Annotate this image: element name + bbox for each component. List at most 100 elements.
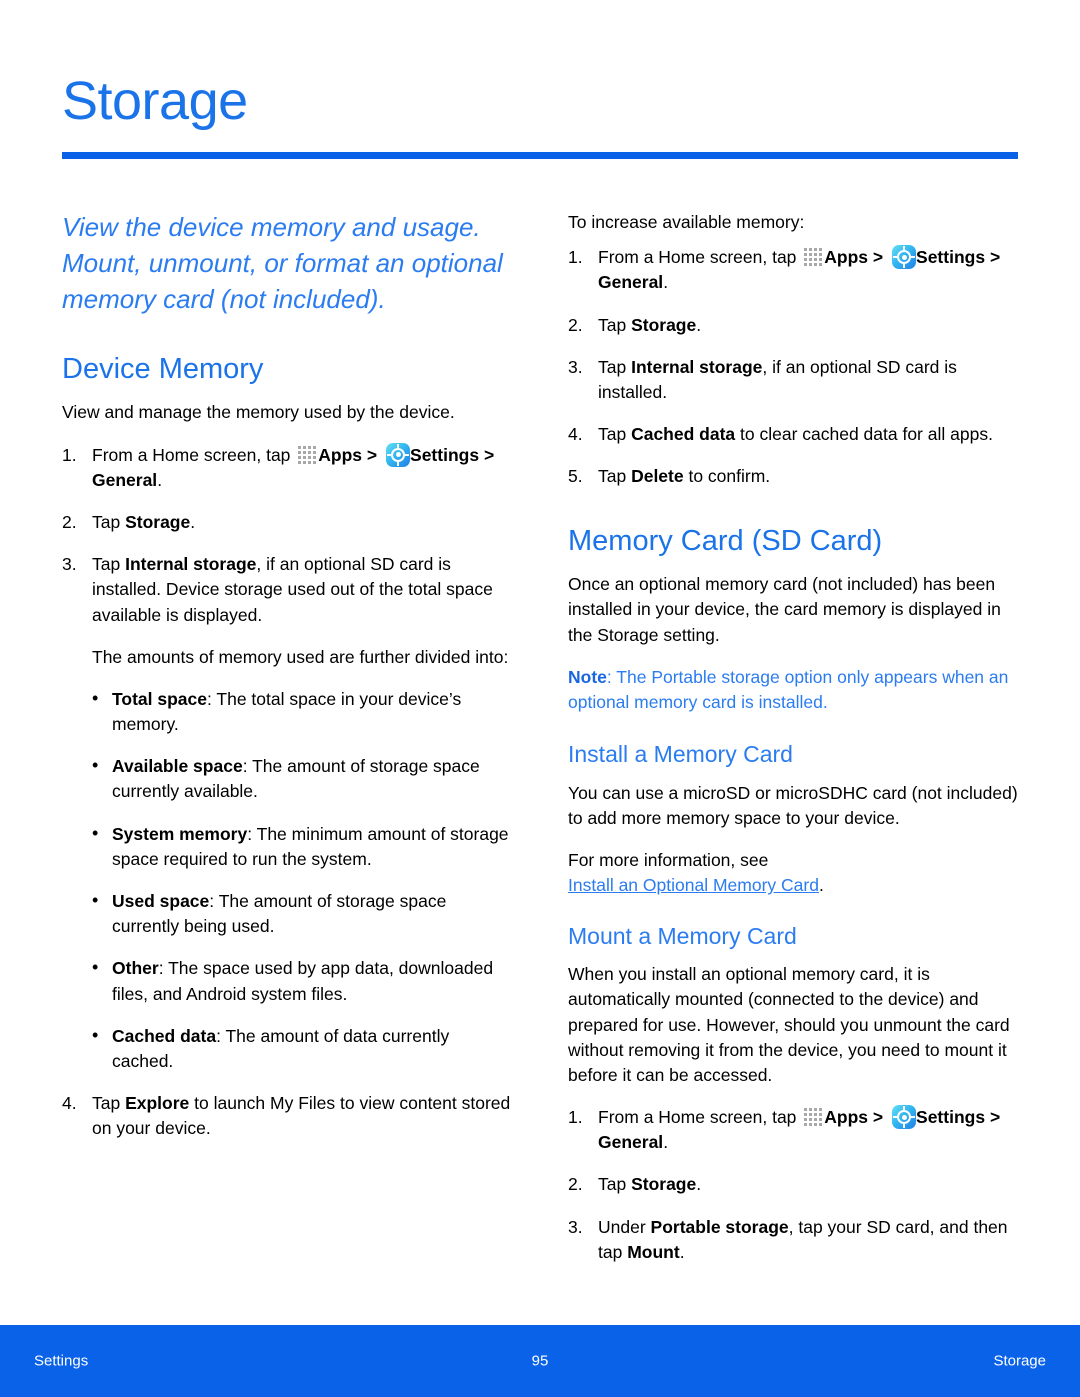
manual-page: Storage View the device memory and usage… xyxy=(0,0,1080,1397)
apps-grid-icon xyxy=(804,1108,823,1127)
mount-card-body: When you install an optional memory card… xyxy=(568,964,1010,1085)
step-text: Under xyxy=(598,1216,651,1237)
step-bold: Portable storage xyxy=(650,1216,789,1237)
link-period: . xyxy=(818,875,824,896)
step-item: Under Portable storage, tap your SD card… xyxy=(568,1215,1020,1265)
footer-section-label: Settings xyxy=(34,1352,89,1370)
step-item: From a Home screen, tap Apps > Settings … xyxy=(568,1105,1020,1155)
step-tail: . xyxy=(696,314,702,335)
page-footer: Settings 95 Storage xyxy=(0,1325,1080,1397)
list-item: Available space: The amount of storage s… xyxy=(92,753,514,804)
step-text: Tap xyxy=(92,511,126,532)
list-item: Total space: The total space in your dev… xyxy=(92,686,514,737)
right-column: To increase available memory: From a Hom… xyxy=(568,210,1020,1282)
step-text: Tap xyxy=(598,314,632,335)
bullet-text: : The space used by app data, downloaded… xyxy=(112,958,494,1004)
left-column: View the device memory and usage. Mount,… xyxy=(62,210,514,1159)
step-item: Tap Storage. xyxy=(62,510,514,535)
step-bold: Storage xyxy=(125,511,191,532)
step-bold: Internal storage xyxy=(125,554,257,575)
step-bold: Delete xyxy=(631,466,684,487)
list-item: Cached data: The amount of data currentl… xyxy=(92,1023,514,1074)
step-bold-2: Mount xyxy=(627,1241,680,1262)
intro-text: View the device memory and usage. Mount,… xyxy=(62,212,503,314)
settings-gear-icon xyxy=(892,1105,917,1130)
step-text: From a Home screen, tap xyxy=(598,247,797,268)
memory-divided-intro: The amounts of memory used are further d… xyxy=(92,646,509,667)
step-bold: Explore xyxy=(125,1093,190,1114)
settings-gear-icon xyxy=(386,442,411,467)
apps-grid-icon xyxy=(298,445,317,465)
settings-label: Settings xyxy=(410,444,480,465)
page-title: Storage xyxy=(62,71,248,131)
step-tail: to confirm. xyxy=(683,466,771,487)
mount-card-steps: From a Home screen, tap Apps > Settings … xyxy=(568,1105,1020,1265)
bullet-term: Total space xyxy=(112,688,207,709)
step-period: . xyxy=(663,272,669,293)
step-item: Tap Cached data to clear cached data for… xyxy=(568,422,1020,447)
note-label: Note xyxy=(568,666,607,687)
step-text: Tap xyxy=(598,356,632,377)
device-memory-lead: View and manage the memory used by the d… xyxy=(62,402,455,423)
see-more-label: For more information, see xyxy=(568,850,769,871)
step-separator: > xyxy=(872,247,884,268)
step-tail: . xyxy=(190,511,196,532)
memory-type-bullets: Total space: The total space in your dev… xyxy=(62,686,514,1074)
step-text: Tap xyxy=(92,554,126,575)
step-item: Tap Explore to launch My Files to view c… xyxy=(62,1091,514,1141)
apps-label: Apps xyxy=(318,444,363,465)
apps-grid-icon xyxy=(804,248,823,267)
list-item: Used space: The amount of storage space … xyxy=(92,888,514,939)
step-period: . xyxy=(663,1132,669,1153)
footer-topic-label: Storage xyxy=(993,1352,1046,1370)
bullet-term: Used space xyxy=(112,891,210,912)
step-item: From a Home screen, tap Apps > Settings … xyxy=(62,442,514,493)
note-block: Note: The Portable storage option only a… xyxy=(568,665,1020,715)
memory-card-lead: Once an optional memory card (not includ… xyxy=(568,574,1001,645)
install-optional-memory-card-link[interactable]: Install an Optional Memory Card xyxy=(568,875,819,895)
step-text: From a Home screen, tap xyxy=(598,1107,797,1128)
install-card-see-more: For more information, see Install an Opti… xyxy=(568,848,1020,898)
step-item: Tap Internal storage, if an optional SD … xyxy=(568,355,1020,405)
settings-label: Settings xyxy=(916,247,986,268)
increase-memory-steps: From a Home screen, tap Apps > Settings … xyxy=(568,245,1020,490)
step-tail: . xyxy=(679,1241,685,1262)
apps-label: Apps xyxy=(824,1107,869,1128)
subsection-heading-mount-card: Mount a Memory Card xyxy=(568,922,797,949)
step-text: Tap xyxy=(92,1093,126,1114)
step-text: Tap xyxy=(598,466,632,487)
step-item: From a Home screen, tap Apps > Settings … xyxy=(568,245,1020,295)
step-item: Tap Delete to confirm. xyxy=(568,464,1020,489)
step-separator: > xyxy=(366,444,378,465)
step-text: Tap xyxy=(598,1174,632,1195)
device-memory-steps-cont: Tap Explore to launch My Files to view c… xyxy=(62,1091,514,1141)
step-period: . xyxy=(157,469,163,490)
increase-memory-lead: To increase available memory: xyxy=(568,212,805,232)
settings-label: Settings xyxy=(916,1107,986,1128)
step-bold: Storage xyxy=(631,314,697,335)
footer-page-number: 95 xyxy=(531,1352,549,1370)
device-memory-steps: From a Home screen, tap Apps > Settings … xyxy=(62,442,514,628)
bullet-term: Other xyxy=(112,958,159,979)
step-item: Tap Storage. xyxy=(568,1172,1020,1197)
list-item: Other: The space used by app data, downl… xyxy=(92,955,514,1006)
step-text: Tap xyxy=(598,424,632,445)
note-text: : The Portable storage option only appea… xyxy=(568,666,1009,713)
step-tail: to clear cached data for all apps. xyxy=(735,424,993,445)
bullet-term: System memory xyxy=(112,823,248,844)
title-divider xyxy=(62,152,1018,159)
step-item: Tap Storage. xyxy=(568,313,1020,338)
step-bold: Internal storage xyxy=(631,356,763,377)
step-bold: Cached data xyxy=(631,424,736,445)
list-item: System memory: The minimum amount of sto… xyxy=(92,821,514,872)
step-tail: . xyxy=(696,1174,702,1195)
bullet-term: Available space xyxy=(112,756,243,777)
step-separator: > xyxy=(872,1107,884,1128)
apps-label: Apps xyxy=(824,247,869,268)
subsection-heading-install-card: Install a Memory Card xyxy=(568,741,793,768)
step-text: From a Home screen, tap xyxy=(92,444,291,465)
section-heading-device-memory: Device Memory xyxy=(62,352,264,385)
settings-gear-icon xyxy=(892,245,917,270)
bullet-term: Cached data xyxy=(112,1025,217,1046)
section-heading-memory-card: Memory Card (SD Card) xyxy=(568,524,883,557)
